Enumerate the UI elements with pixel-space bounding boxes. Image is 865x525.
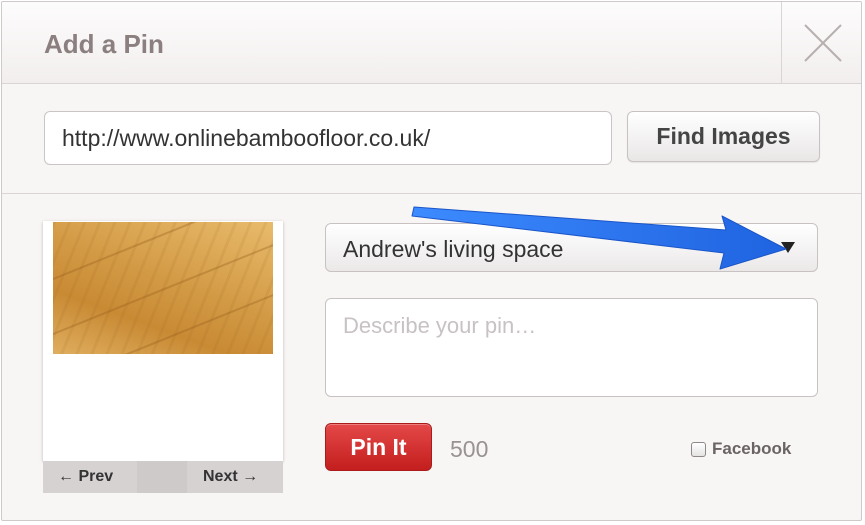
bamboo-floor-image [53,222,273,354]
preview-nav: ← Prev Next → [43,461,283,493]
facebook-label: Facebook [712,439,792,458]
triangle-down-icon [781,242,795,253]
pin-it-button[interactable]: Pin It [325,423,432,471]
checkbox-icon[interactable] [691,441,706,457]
close-x-icon [804,24,842,62]
find-images-button[interactable]: Find Images [627,111,820,162]
description-field[interactable] [325,298,818,397]
url-input[interactable] [44,111,612,165]
board-selected-label: Andrew's living space [343,236,564,262]
prev-image-button[interactable]: ← Prev [43,461,137,493]
image-preview [43,221,283,461]
nav-divider [137,461,187,493]
dialog-title: Add a Pin [44,29,164,59]
board-dropdown[interactable]: Andrew's living space [325,223,818,272]
facebook-checkbox[interactable]: Facebook [691,438,791,460]
close-button[interactable] [781,2,861,83]
dialog-header: Add a Pin [2,2,861,84]
url-row: Find Images [2,84,861,194]
character-count: 500 [450,436,489,462]
next-image-button[interactable]: Next → [187,461,283,493]
